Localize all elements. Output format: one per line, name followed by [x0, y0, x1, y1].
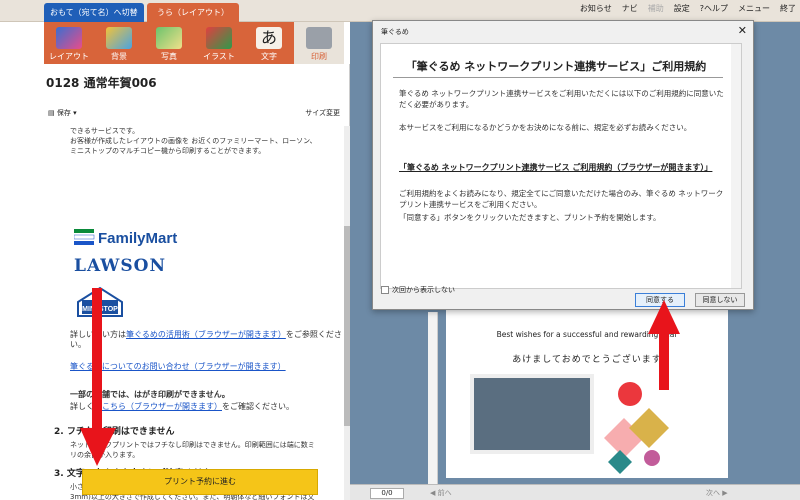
card-english-greeting: Best wishes for a successful and rewardi… [496, 330, 678, 339]
close-icon[interactable]: ✕ [738, 24, 747, 37]
menu-menu[interactable]: メニュー [738, 3, 770, 14]
card-decoration [604, 382, 669, 474]
next-page-button[interactable]: 次へ ▶ [706, 488, 728, 498]
terms-para-3: ご利用規約をよくお読みになり、規定全てにご同意いただけた場合のみ、筆ぐるめ ネッ… [399, 189, 724, 209]
dont-show-again[interactable]: 次回から表示しない [381, 285, 455, 295]
dialog-title: 筆ぐるめ [381, 28, 409, 36]
menu-help[interactable]: ?ヘルプ [700, 3, 728, 14]
panel-toolbar: ▤ 保存 ▾ サイズ変更 [44, 102, 350, 122]
red-arrow-down-icon [80, 288, 116, 466]
divider [393, 77, 723, 78]
terms-para-2: 本サービスをご利用になるかどうかをお決めになる前に、規定を必ずお読みください。 [399, 123, 692, 132]
top-menu: お知らせ ナビ 補助 設定 ?ヘルプ メニュー 終了 [580, 3, 796, 14]
stores-link[interactable]: こちら（ブラウザーが開きます） [102, 402, 222, 411]
print-reserve-button[interactable]: プリント予約に進む [82, 469, 318, 495]
text-icon: あ [256, 27, 282, 49]
menu-navi[interactable]: ナビ [622, 3, 638, 14]
tab-back-layout[interactable]: うら（レイアウト） [147, 3, 239, 22]
tool-icon-bar: レイアウト 背景 写真 イラスト あ文字 印刷 [44, 22, 344, 64]
top-tab-bar: おもて（宛て名）へ切替 うら（レイアウト） お知らせ ナビ 補助 設定 ?ヘルプ… [0, 0, 800, 22]
howto-link[interactable]: 筆ぐるめの活用術（ブラウザーが開きます） [126, 330, 286, 339]
svg-text:FamilyMart: FamilyMart [98, 230, 177, 246]
tab-front-switch[interactable]: おもて（宛て名）へ切替 [44, 3, 144, 22]
document-title: 0128 通常年賀006 [46, 76, 157, 90]
dialog-body: 「筆ぐるめ ネットワークプリント連携サービス」ご利用規約 筆ぐるめ ネットワーク… [380, 43, 742, 289]
layout-icon [56, 27, 82, 49]
terms-dialog: 筆ぐるめ ✕ 「筆ぐるめ ネットワークプリント連携サービス」ご利用規約 筆ぐるめ… [372, 20, 754, 310]
terms-heading: 「筆ぐるめ ネットワークプリント連携サービス」ご利用規約 [405, 60, 707, 73]
card-photo[interactable] [470, 374, 594, 454]
terms-para-4: 「同意する」ボタンをクリックいただきますと、プリント予約を開始します。 [399, 213, 661, 222]
prev-page-button[interactable]: ◀ 前へ [430, 488, 452, 498]
resize-button[interactable]: サイズ変更 [305, 108, 340, 118]
familymart-logo: FamilyMart [74, 229, 177, 246]
tool-illustration-button[interactable]: イラスト [194, 22, 244, 64]
tool-layout-button[interactable]: レイアウト [44, 22, 94, 64]
menu-news[interactable]: お知らせ [580, 3, 612, 14]
photo-icon [156, 27, 182, 49]
tool-photo-button[interactable]: 写真 [144, 22, 194, 64]
menu-assist[interactable]: 補助 [648, 3, 664, 14]
printer-icon [306, 27, 332, 49]
tool-print-button[interactable]: 印刷 [294, 22, 344, 64]
page-counter: 0/0 [370, 488, 404, 499]
terms-para-1: 筆ぐるめ ネットワークプリント連携サービスをご利用いただくには以下のご利用規約に… [399, 89, 724, 109]
intro-line: できるサービスです。 [70, 127, 140, 135]
background-icon [106, 27, 132, 49]
tool-background-button[interactable]: 背景 [94, 22, 144, 64]
page-nav-bar: 0/0 ◀ 前へ 次へ ▶ [350, 484, 800, 500]
vertical-ruler [428, 312, 438, 484]
illustration-icon [206, 27, 232, 49]
red-arrow-up-icon [648, 300, 680, 390]
menu-exit[interactable]: 終了 [780, 3, 796, 14]
lawson-logo: LAWSON [74, 256, 167, 276]
intro-text: お客様が作成したレイアウトの画像を お近くのファミリーマート、ローソン、ミニスト… [70, 137, 317, 155]
save-button[interactable]: ▤ 保存 ▾ [48, 108, 77, 118]
tool-text-button[interactable]: あ文字 [244, 22, 294, 64]
disagree-button[interactable]: 同意しない [695, 293, 745, 307]
card-japanese-greeting: あけましておめでとうございます [512, 355, 662, 365]
terms-link[interactable]: 「筆ぐるめ ネットワークプリント連携サービス ご利用規約（ブラウザーが開きます）… [399, 162, 712, 173]
menu-settings[interactable]: 設定 [674, 3, 690, 14]
checkbox[interactable] [381, 286, 389, 294]
dialog-scrollbar[interactable] [731, 44, 741, 288]
